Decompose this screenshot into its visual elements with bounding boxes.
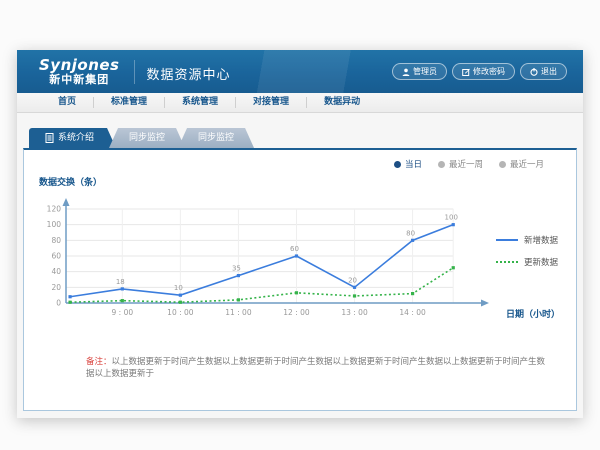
app-window: Synjones 新中新集团 数据资源中心 管理员 修改密码 xyxy=(17,50,583,418)
logout-icon xyxy=(530,68,538,76)
tab-sync-monitor-2-label: 同步监控 xyxy=(198,128,234,148)
logout-button[interactable]: 退出 xyxy=(520,63,567,80)
change-password-button[interactable]: 修改密码 xyxy=(452,63,515,80)
filter-today[interactable]: 当日 xyxy=(394,158,422,170)
logo-company-name: 新中新集团 xyxy=(39,74,120,86)
dotted-line-sample-icon xyxy=(496,261,518,263)
svg-text:10 : 00: 10 : 00 xyxy=(167,308,194,317)
legend-item-updated-data: 更新数据 xyxy=(496,256,558,268)
change-password-label: 修改密码 xyxy=(473,66,505,77)
tab-sync-monitor-1[interactable]: 同步监控 xyxy=(109,128,185,148)
app-header: Synjones 新中新集团 数据资源中心 管理员 修改密码 xyxy=(17,50,583,93)
content-area: 系统介绍 同步监控 同步监控 当日 最近一周 xyxy=(17,113,583,418)
nav-item-interface-mgmt[interactable]: 对接管理 xyxy=(236,97,307,108)
filter-last-week-label: 最近一周 xyxy=(449,158,483,170)
nav-item-system-mgmt[interactable]: 系统管理 xyxy=(165,97,236,108)
svg-text:100: 100 xyxy=(47,220,62,229)
radio-dot-icon xyxy=(499,161,506,168)
chart-legend: 新增数据 更新数据 xyxy=(496,234,558,268)
nav-item-standard-mgmt[interactable]: 标准管理 xyxy=(94,97,165,108)
user-icon xyxy=(402,68,410,76)
filter-last-month-label: 最近一月 xyxy=(510,158,544,170)
svg-text:13 : 00: 13 : 00 xyxy=(341,308,368,317)
svg-text:120: 120 xyxy=(47,205,62,214)
page-title: 数据资源中心 xyxy=(147,64,231,83)
x-axis-title: 日期（小时） xyxy=(506,307,560,320)
svg-text:40: 40 xyxy=(51,267,61,276)
admin-user-label: 管理员 xyxy=(413,66,437,77)
main-nav: 首页 标准管理 系统管理 对接管理 数据异动 xyxy=(17,93,583,113)
tab-system-intro-label: 系统介绍 xyxy=(58,128,94,148)
radio-dot-icon xyxy=(438,161,445,168)
legend-updated-data-label: 更新数据 xyxy=(524,256,558,268)
svg-text:35: 35 xyxy=(232,265,241,273)
filter-last-week[interactable]: 最近一周 xyxy=(438,158,483,170)
radio-dot-selected-icon xyxy=(394,161,401,168)
svg-text:18: 18 xyxy=(116,278,125,286)
footnote: 备注：以上数据更新于时间产生数据以上数据更新于时间产生数据以上数据更新于时间产生… xyxy=(86,357,546,381)
svg-text:11 : 00: 11 : 00 xyxy=(225,308,252,317)
svg-text:20: 20 xyxy=(51,283,61,292)
svg-text:20: 20 xyxy=(348,276,357,284)
filter-last-month[interactable]: 最近一月 xyxy=(499,158,544,170)
svg-text:80: 80 xyxy=(51,236,61,245)
footnote-text: 以上数据更新于时间产生数据以上数据更新于时间产生数据以上数据更新于时间产生数据以… xyxy=(86,357,545,379)
svg-text:10: 10 xyxy=(174,284,183,292)
svg-text:80: 80 xyxy=(406,229,415,237)
y-axis-title: 数据交换（条） xyxy=(39,175,102,188)
company-logo: Synjones 新中新集团 xyxy=(39,58,120,85)
header-divider xyxy=(134,60,135,84)
svg-text:9 : 00: 9 : 00 xyxy=(112,308,134,317)
user-toolbar: 管理员 修改密码 退出 xyxy=(392,63,567,80)
time-range-filter: 当日 最近一周 最近一月 xyxy=(394,158,544,170)
logo-brand-text: Synjones xyxy=(39,58,120,74)
filter-today-label: 当日 xyxy=(405,158,422,170)
edit-icon xyxy=(462,68,470,76)
footnote-prefix: 备注： xyxy=(86,357,112,367)
nav-item-data-change[interactable]: 数据异动 xyxy=(307,97,377,108)
admin-user-button[interactable]: 管理员 xyxy=(392,63,447,80)
svg-text:14 : 00: 14 : 00 xyxy=(399,308,426,317)
solid-line-sample-icon xyxy=(496,239,518,241)
svg-text:60: 60 xyxy=(290,245,299,253)
tab-bar: 系统介绍 同步监控 同步监控 xyxy=(29,128,577,148)
svg-text:100: 100 xyxy=(445,214,458,222)
svg-text:60: 60 xyxy=(51,252,61,261)
tab-sync-monitor-1-label: 同步监控 xyxy=(129,128,165,148)
tab-sync-monitor-2[interactable]: 同步监控 xyxy=(178,128,254,148)
chart-panel: 当日 最近一周 最近一月 数据交换（条） 0 20 40 60 80 100 120 9 : … xyxy=(23,148,577,411)
nav-item-home[interactable]: 首页 xyxy=(41,97,94,108)
line-chart: 0 20 40 60 80 100 120 9 : 00 10 : 00 11 : 00 12 : … xyxy=(36,195,491,330)
svg-text:0: 0 xyxy=(56,299,61,308)
tab-system-intro[interactable]: 系统介绍 xyxy=(29,128,116,148)
document-icon xyxy=(45,133,54,143)
legend-item-new-data: 新增数据 xyxy=(496,234,558,246)
svg-text:12 : 00: 12 : 00 xyxy=(283,308,310,317)
legend-new-data-label: 新增数据 xyxy=(524,234,558,246)
logout-label: 退出 xyxy=(541,66,557,77)
